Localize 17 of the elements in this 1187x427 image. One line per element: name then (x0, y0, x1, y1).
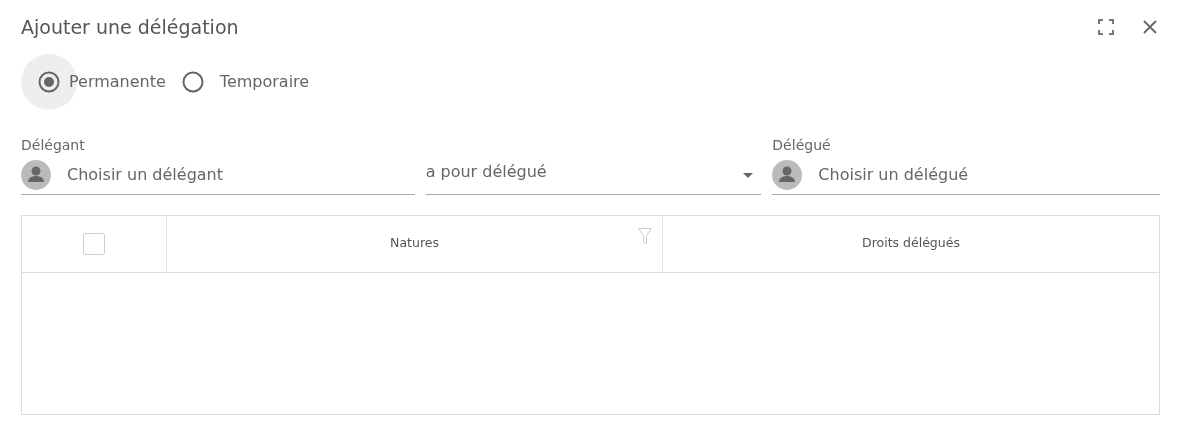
avatar-icon (772, 160, 803, 191)
select-all-checkbox[interactable] (83, 232, 105, 255)
column-header[interactable]: Droits délégués (862, 234, 960, 254)
avatar-icon (21, 160, 51, 191)
field-label: Délégué (772, 135, 832, 155)
relation-dropdown[interactable]: a pour délégué (425, 156, 762, 195)
delegate-field[interactable]: Choisir un délégué (816, 162, 1160, 189)
radio-icon (181, 70, 204, 93)
caret-icon (743, 172, 754, 178)
radio-option[interactable]: Permanente (21, 53, 166, 110)
fullscreen-button[interactable] (1096, 17, 1116, 38)
delegator-field[interactable]: Choisir un délégant (65, 162, 415, 189)
radio-icon (38, 70, 60, 93)
column-header[interactable]: Natures (390, 234, 439, 254)
field-label: Délégant (21, 135, 86, 155)
dialog-title: Ajouter une délégation (21, 16, 239, 39)
radio-option[interactable]: Temporaire (181, 53, 310, 110)
